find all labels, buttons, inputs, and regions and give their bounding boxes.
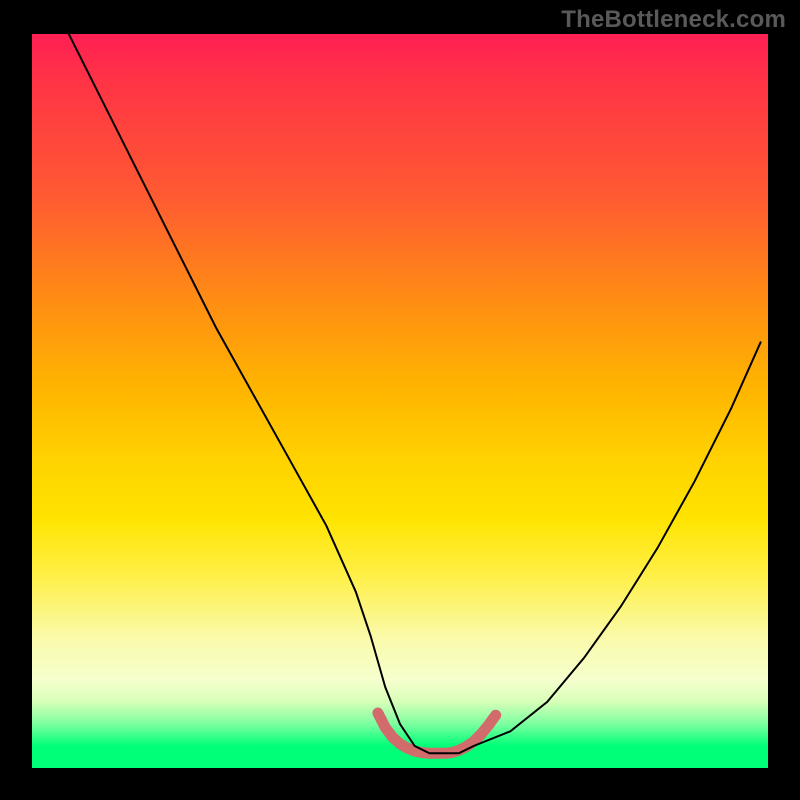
chart-frame: TheBottleneck.com (0, 0, 800, 800)
chart-overlay (32, 34, 768, 768)
plot-area (32, 34, 768, 768)
bottom-highlight-line (378, 713, 496, 753)
watermark-text: TheBottleneck.com (561, 6, 786, 34)
curve-line (69, 34, 761, 753)
